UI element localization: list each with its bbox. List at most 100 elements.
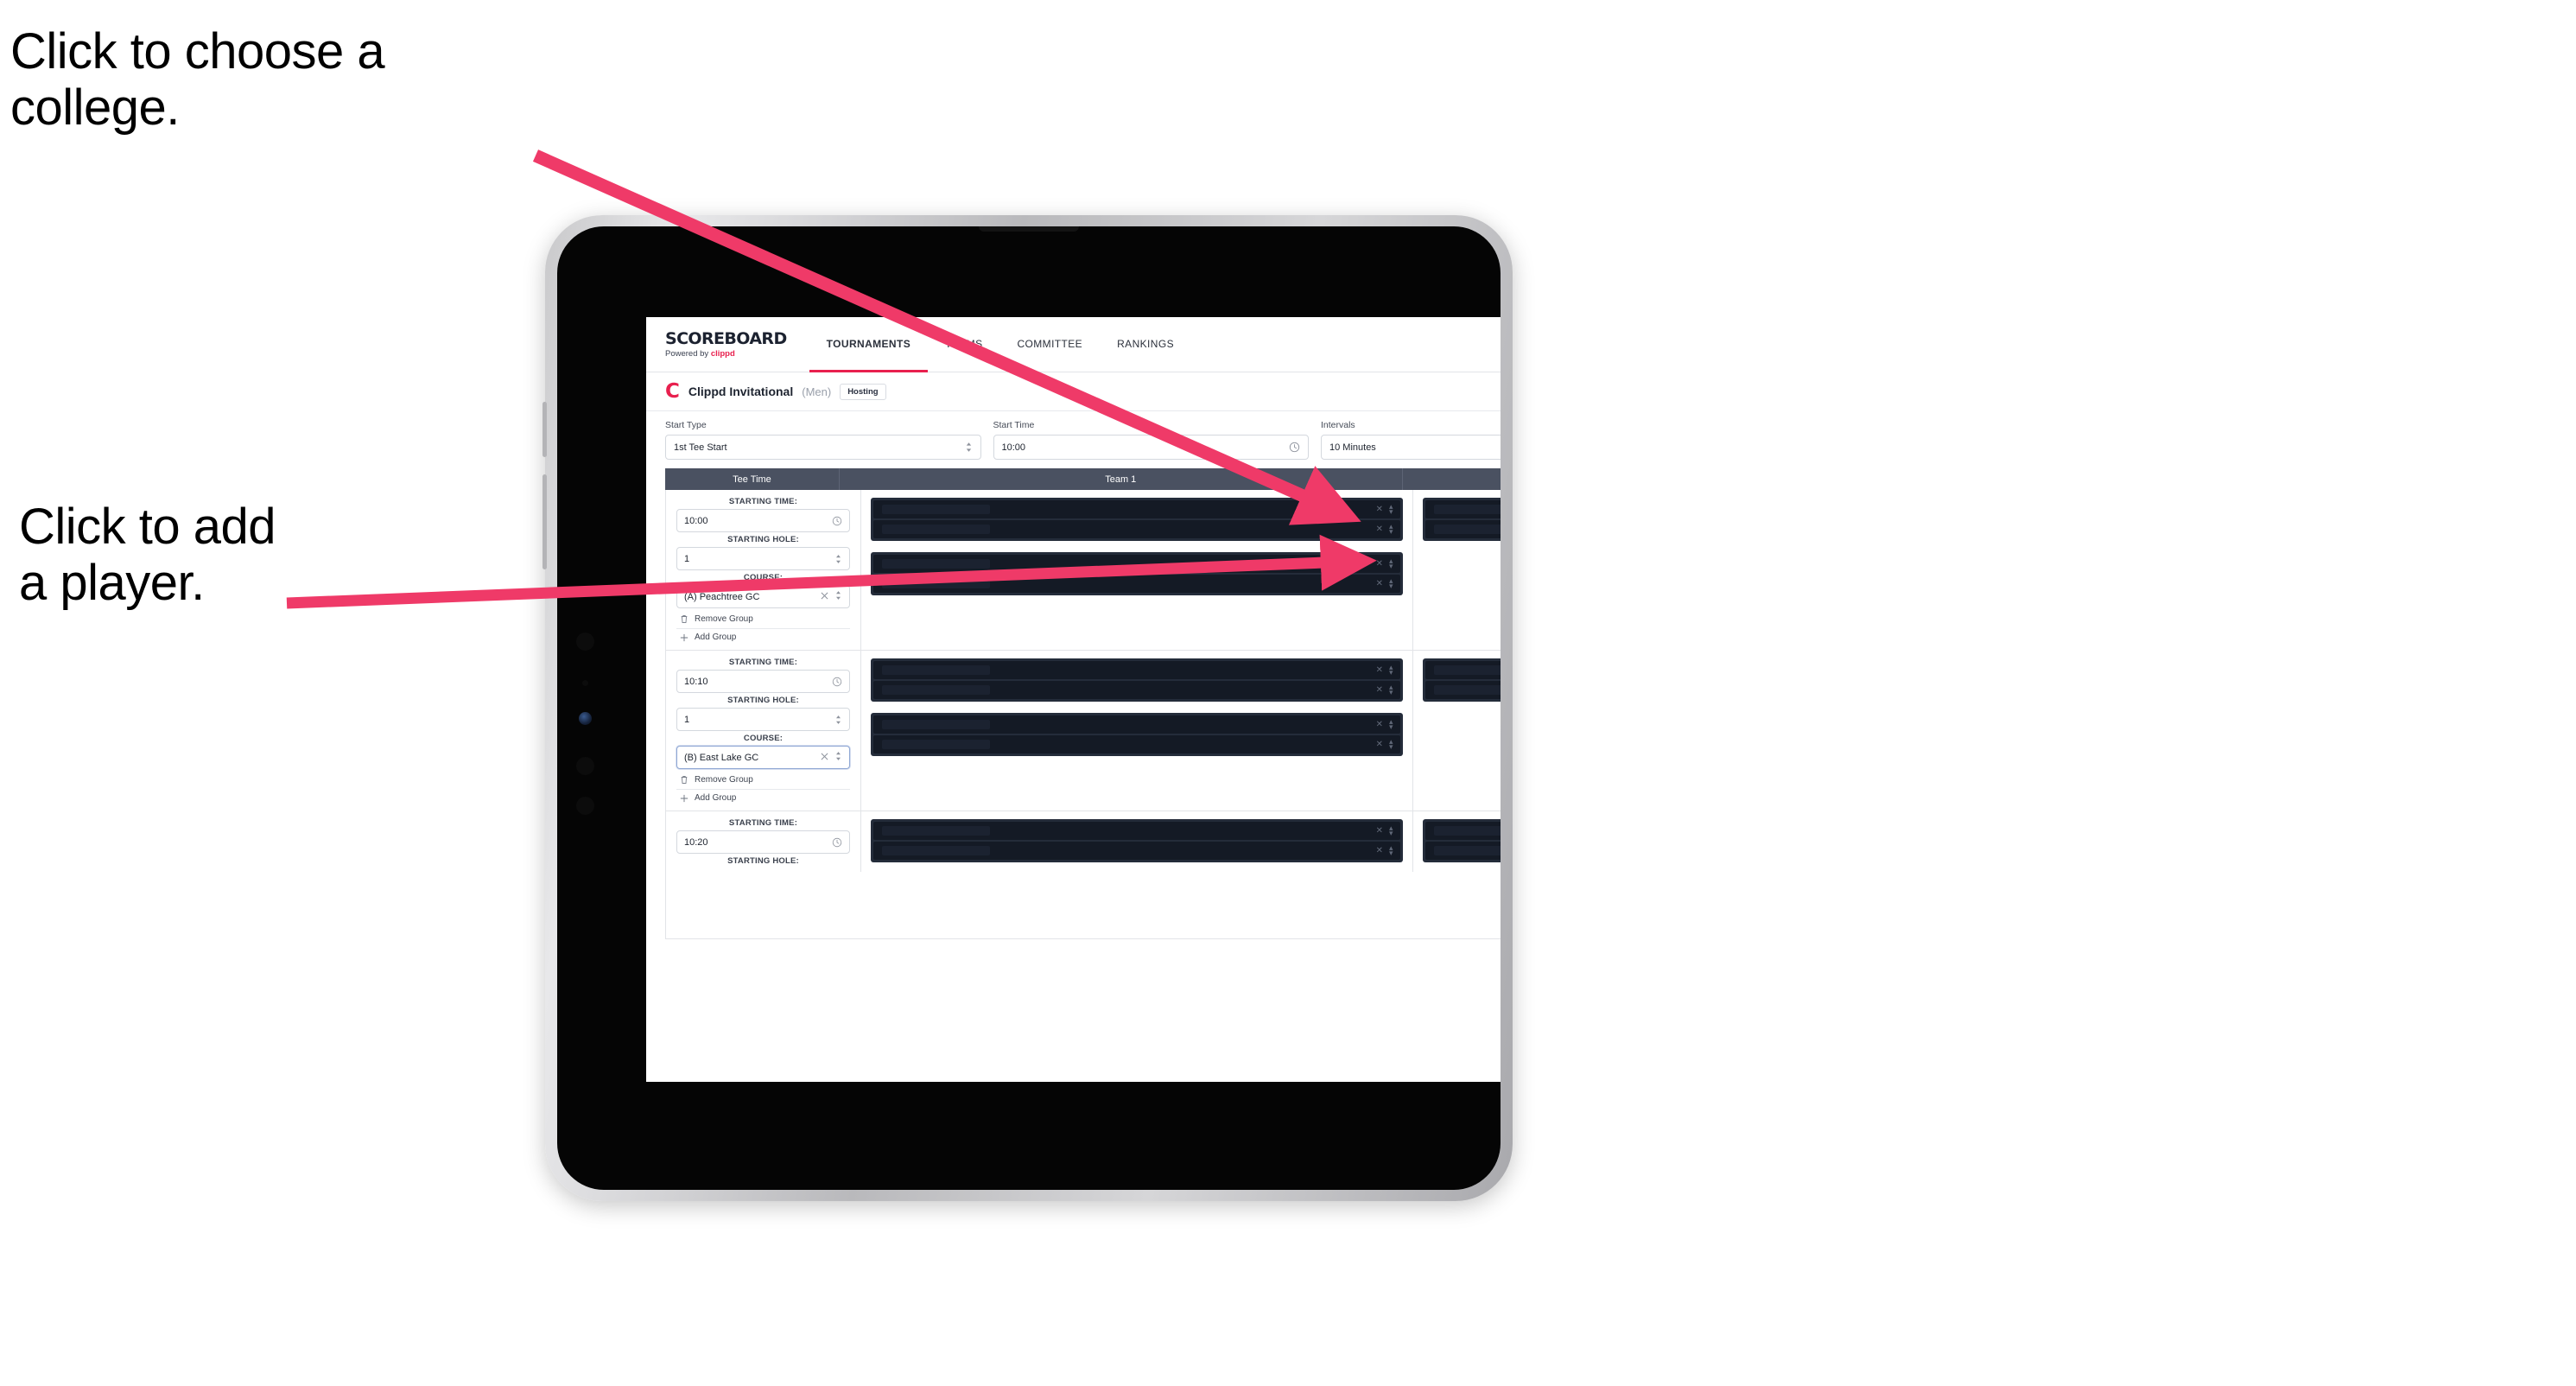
plus-icon <box>680 794 688 803</box>
tablet-device: SCOREBOARD Powered by clippd TOURNAMENTS… <box>542 215 1513 1201</box>
start-type-select[interactable]: 1st Tee Start <box>665 435 981 460</box>
course-select[interactable]: (A) Peachtree GC <box>676 585 850 608</box>
nav-item-committee[interactable]: COMMITTEE <box>999 318 1100 372</box>
stepper-icon[interactable]: ▴ ▾ <box>1389 576 1393 589</box>
player-group-card: ✕ ▴▾ ✕ ▴▾ <box>871 552 1403 595</box>
tablet-speaker <box>979 226 1079 232</box>
stepper-icon[interactable]: ▴ ▾ <box>1389 663 1393 676</box>
clear-icon[interactable]: ✕ <box>1376 559 1383 569</box>
tournament-name: Clippd Invitational <box>688 385 794 398</box>
remove-group-button[interactable]: Remove Group <box>676 772 850 786</box>
add-group-button[interactable]: Add Group <box>676 789 850 804</box>
field-start-type: Start Type 1st Tee Start <box>665 420 981 460</box>
clear-icon[interactable]: ✕ <box>1376 846 1383 855</box>
player-slot[interactable]: ✕ ▴▾ <box>873 500 1400 518</box>
clear-icon[interactable]: ✕ <box>1376 740 1383 749</box>
course-select[interactable]: (B) East Lake GC <box>676 746 850 769</box>
player-slot[interactable]: ✕▴▾ <box>1424 681 1501 699</box>
stepper-icon[interactable]: ▴ ▾ <box>1389 823 1393 836</box>
stepper-icon[interactable]: ▴ ▾ <box>1389 683 1393 696</box>
player-slot[interactable]: ✕ ▴▾ <box>873 555 1400 573</box>
stepper-icon <box>834 751 842 764</box>
starting-hole-input[interactable]: 1 <box>676 708 850 731</box>
table-row: STARTING TIME: 10:10 STARTING HOLE: 1 CO… <box>666 651 1501 811</box>
player-slot[interactable]: ✕▴▾ <box>1424 661 1501 679</box>
starting-hole-value: 1 <box>684 714 690 725</box>
team-2-cell: ✕▴▾ ✕▴▾ <box>1413 490 1501 650</box>
clock-icon <box>832 837 842 848</box>
player-slot[interactable]: ✕ ▴▾ <box>873 661 1400 679</box>
stepper-icon[interactable]: ▴ ▾ <box>1389 556 1393 569</box>
clock-icon <box>1289 442 1300 453</box>
stepper-icon[interactable]: ▴ ▾ <box>1389 843 1393 856</box>
starting-hole-input[interactable]: 1 <box>676 547 850 570</box>
label-course: COURSE: <box>743 573 784 582</box>
starting-time-input[interactable]: 10:20 <box>676 830 850 854</box>
player-slot[interactable]: ✕▴▾ <box>1424 822 1501 840</box>
column-header-team-2: Team 2 <box>1403 468 1501 490</box>
start-time-input[interactable]: 10:00 <box>993 435 1309 460</box>
player-group-card: ✕ ▴▾ ✕ ▴▾ <box>871 658 1403 702</box>
stepper-icon[interactable]: ▴ ▾ <box>1389 502 1393 515</box>
player-slot[interactable]: ✕ ▴▾ <box>873 520 1400 538</box>
player-slot[interactable]: ✕▴▾ <box>1424 520 1501 538</box>
nav-item-rankings[interactable]: RANKINGS <box>1100 318 1191 372</box>
tablet-side-button-top[interactable] <box>542 402 547 457</box>
top-navigation-bar: SCOREBOARD Powered by clippd TOURNAMENTS… <box>646 317 1501 372</box>
clear-icon[interactable]: ✕ <box>1376 525 1383 534</box>
player-slot[interactable]: ✕ ▴▾ <box>873 735 1400 753</box>
clock-icon <box>832 516 842 526</box>
stepper-icon[interactable]: ▴ ▾ <box>1389 717 1393 730</box>
player-group-card: ✕▴▾ ✕▴▾ <box>1422 819 1501 862</box>
team-1-cell: ✕ ▴ ▾ ✕ ▴ ▾ ✕ ▴ ▾ ✕ ▴ ▾ <box>861 490 1413 650</box>
stepper-icon <box>834 554 842 564</box>
label-starting-hole: STARTING HOLE: <box>727 535 799 544</box>
player-slot[interactable]: ✕▴▾ <box>1424 500 1501 518</box>
clear-icon[interactable] <box>821 753 828 763</box>
nav-item-teams[interactable]: TEAMS <box>928 318 999 372</box>
player-slot[interactable]: ✕ ▴▾ <box>873 575 1400 593</box>
clear-icon[interactable]: ✕ <box>1376 685 1383 695</box>
player-slot[interactable]: ✕ ▴▾ <box>873 715 1400 734</box>
start-type-value: 1st Tee Start <box>674 442 727 453</box>
clear-icon[interactable]: ✕ <box>1376 665 1383 675</box>
stepper-icon[interactable]: ▴ ▾ <box>1389 737 1393 750</box>
logo-brand-clippd: clippd <box>710 348 735 359</box>
player-slot[interactable]: ✕▴▾ <box>1424 842 1501 860</box>
stepper-icon[interactable]: ▴ ▾ <box>1389 522 1393 535</box>
remove-group-label: Remove Group <box>695 614 753 624</box>
stepper-icon <box>834 715 842 725</box>
starting-time-value: 10:00 <box>684 515 708 526</box>
tee-time-cell: STARTING TIME: 10:10 STARTING HOLE: 1 CO… <box>666 651 861 811</box>
clear-icon[interactable] <box>821 592 828 602</box>
field-label-start-type: Start Type <box>665 420 707 430</box>
tablet-screen: SCOREBOARD Powered by clippd TOURNAMENTS… <box>557 226 1501 1190</box>
remove-group-button[interactable]: Remove Group <box>676 611 850 626</box>
clear-icon[interactable]: ✕ <box>1376 579 1383 588</box>
label-starting-hole: STARTING HOLE: <box>727 856 799 866</box>
trash-icon <box>680 614 688 624</box>
clear-icon[interactable]: ✕ <box>1376 720 1383 729</box>
field-intervals: Intervals 10 Minutes <box>1321 420 1501 460</box>
table-row: STARTING TIME: 10:00 STARTING HOLE: 1 CO… <box>666 490 1501 651</box>
starting-time-input[interactable]: 10:10 <box>676 670 850 693</box>
starting-time-input[interactable]: 10:00 <box>676 509 850 532</box>
clear-icon[interactable]: ✕ <box>1376 826 1383 836</box>
table-row: STARTING TIME: 10:20 STARTING HOLE: ✕ ▴ … <box>666 811 1501 872</box>
table-header-row: Tee Time Team 1 Team 2 <box>665 468 1501 490</box>
team-2-cell: ✕▴▾ ✕▴▾ <box>1413 651 1501 811</box>
course-value: (B) East Lake GC <box>684 752 759 763</box>
add-group-button[interactable]: Add Group <box>676 628 850 644</box>
clear-icon[interactable]: ✕ <box>1376 505 1383 514</box>
plus-icon <box>680 633 688 642</box>
player-slot[interactable]: ✕ ▴▾ <box>873 822 1400 840</box>
intervals-input[interactable]: 10 Minutes <box>1321 435 1501 460</box>
status-badge: Hosting <box>840 383 886 400</box>
player-group-card: ✕▴▾ ✕▴▾ <box>1422 498 1501 541</box>
player-slot[interactable]: ✕ ▴▾ <box>873 842 1400 860</box>
scoreboard-logo[interactable]: SCOREBOARD Powered by clippd <box>665 317 809 372</box>
nav-item-tournaments[interactable]: TOURNAMENTS <box>809 318 929 372</box>
tablet-side-button-volume[interactable] <box>542 474 547 569</box>
player-slot[interactable]: ✕ ▴▾ <box>873 681 1400 699</box>
tee-time-cell: STARTING TIME: 10:00 STARTING HOLE: 1 CO… <box>666 490 861 650</box>
